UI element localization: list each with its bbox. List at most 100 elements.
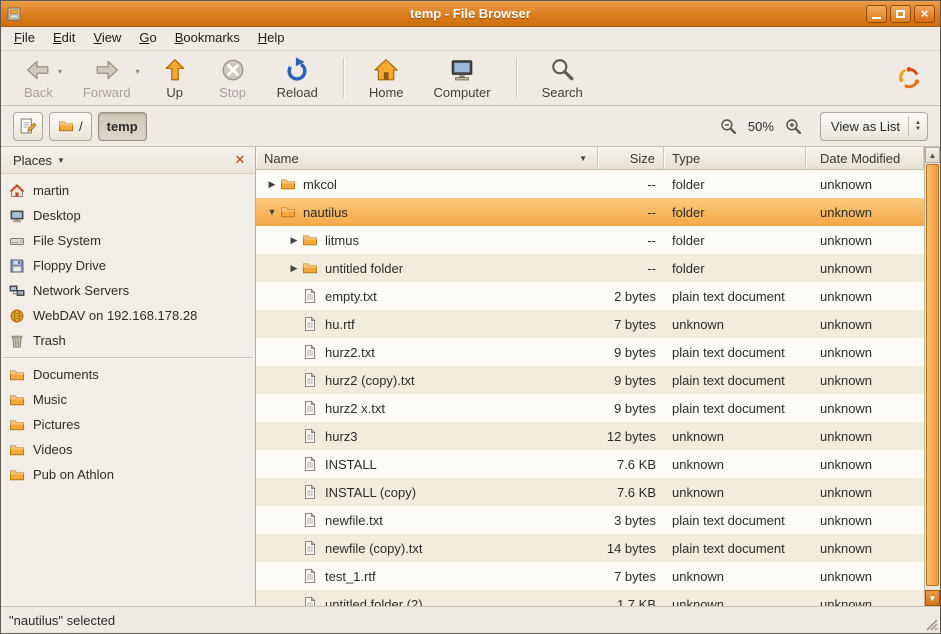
file-name: hurz3 [325, 429, 358, 444]
titlebar[interactable]: temp - File Browser × [1, 1, 940, 27]
view-mode-select[interactable]: View as List ▲▼ [820, 112, 928, 141]
expander-open-icon[interactable]: ▼ [264, 207, 280, 217]
file-date-modified: unknown [806, 590, 924, 606]
path-current-label: temp [107, 119, 138, 134]
close-button[interactable]: × [914, 5, 935, 23]
sidebar-item-documents[interactable]: Documents [1, 362, 255, 387]
sidebar-item-martin[interactable]: martin [1, 178, 255, 203]
table-row[interactable]: INSTALL7.6 KBunknownunknown [256, 450, 924, 478]
scroll-up-button[interactable]: ▲ [925, 147, 940, 163]
drive-icon [9, 233, 25, 249]
zoom-out-icon[interactable] [720, 118, 737, 135]
table-row[interactable]: ▶mkcol--folderunknown [256, 170, 924, 198]
path-button-root[interactable]: / [49, 112, 92, 141]
scrollbar-thumb[interactable] [926, 164, 939, 586]
sidebar-item-file-system[interactable]: File System [1, 228, 255, 253]
toolbar-forward-button: Forward [74, 54, 140, 103]
column-header-date-modified[interactable]: Date Modified [806, 147, 924, 169]
places-selector-button[interactable]: Places ▼ [7, 151, 71, 170]
places-sidebar: Places ▼ ✕ martinDesktopFile SystemFlopp… [1, 147, 256, 606]
file-name: test_1.rtf [325, 569, 376, 584]
folder-icon [9, 442, 25, 458]
toolbar-up-button[interactable]: Up [152, 54, 198, 103]
file-date-modified: unknown [806, 198, 924, 226]
toolbar-stop-label: Stop [219, 85, 246, 100]
file-name-cell: ▼nautilus [256, 198, 598, 226]
sidebar-item-floppy-drive[interactable]: Floppy Drive [1, 253, 255, 278]
sidebar-item-pictures[interactable]: Pictures [1, 412, 255, 437]
column-header-type[interactable]: Type [664, 147, 806, 169]
sidebar-item-webdav-on-192-168-178-28[interactable]: WebDAV on 192.168.178.28 [1, 303, 255, 328]
table-row[interactable]: hurz2 x.txt9 bytesplain text documentunk… [256, 394, 924, 422]
file-size: 7 bytes [598, 310, 664, 338]
sidebar-item-label: Videos [33, 442, 73, 457]
table-row[interactable]: untitled folder (2)1.7 KBunknownunknown [256, 590, 924, 606]
file-date-modified: unknown [806, 506, 924, 534]
menu-bookmarks[interactable]: Bookmarks [166, 27, 249, 50]
expander-closed-icon[interactable]: ▶ [286, 263, 302, 274]
sidebar-item-videos[interactable]: Videos [1, 437, 255, 462]
toolbar-reload-button[interactable]: Reload [268, 54, 327, 103]
file-size: -- [598, 254, 664, 282]
table-row[interactable]: hu.rtf7 bytesunknownunknown [256, 310, 924, 338]
menu-view[interactable]: View [84, 27, 130, 50]
sidebar-item-network-servers[interactable]: Network Servers [1, 278, 255, 303]
table-row[interactable]: INSTALL (copy)7.6 KBunknownunknown [256, 478, 924, 506]
file-date-modified: unknown [806, 562, 924, 590]
file-type: plain text document [664, 338, 806, 366]
table-row[interactable]: newfile (copy).txt14 bytesplain text doc… [256, 534, 924, 562]
zoom-in-icon[interactable] [785, 118, 802, 135]
file-name: hurz2 x.txt [325, 401, 385, 416]
vertical-scrollbar[interactable]: ▲ ▼ [924, 147, 940, 606]
toolbar-home-button[interactable]: Home [360, 54, 413, 103]
file-name-cell: newfile (copy).txt [256, 534, 598, 562]
expander-closed-icon[interactable]: ▶ [286, 235, 302, 246]
table-row[interactable]: hurz312 bytesunknownunknown [256, 422, 924, 450]
desktop-icon [9, 208, 25, 224]
file-date-modified: unknown [806, 366, 924, 394]
up-icon [162, 57, 188, 83]
column-header-label: Size [630, 151, 655, 166]
table-row[interactable]: newfile.txt3 bytesplain text documentunk… [256, 506, 924, 534]
table-row[interactable]: ▶untitled folder--folderunknown [256, 254, 924, 282]
file-type: unknown [664, 562, 806, 590]
places-header: Places ▼ ✕ [1, 147, 255, 174]
sidebar-item-music[interactable]: Music [1, 387, 255, 412]
toolbar-computer-button[interactable]: Computer [425, 54, 500, 103]
toolbar-search-button[interactable]: Search [533, 54, 592, 103]
maximize-button[interactable] [890, 5, 911, 23]
sidebar-item-desktop[interactable]: Desktop [1, 203, 255, 228]
edit-location-toggle[interactable] [13, 112, 43, 141]
menu-help[interactable]: Help [249, 27, 294, 50]
file-name: INSTALL (copy) [325, 485, 416, 500]
expander-closed-icon[interactable]: ▶ [264, 179, 280, 190]
file-size: 9 bytes [598, 338, 664, 366]
file-name: mkcol [303, 177, 337, 192]
sidebar-item-pub-on-athlon[interactable]: Pub on Athlon [1, 462, 255, 487]
file-size: 9 bytes [598, 366, 664, 394]
menu-go[interactable]: Go [130, 27, 165, 50]
column-header-size[interactable]: Size [598, 147, 664, 169]
menu-file[interactable]: File [5, 27, 44, 50]
chevron-down-icon: ▼ [57, 156, 65, 165]
table-row[interactable]: ▼nautilus--folderunknown [256, 198, 924, 226]
table-row[interactable]: ▶litmus--folderunknown [256, 226, 924, 254]
table-row[interactable]: test_1.rtf7 bytesunknownunknown [256, 562, 924, 590]
path-button-temp[interactable]: temp [98, 112, 147, 141]
file-name: empty.txt [325, 289, 377, 304]
file-type: folder [664, 198, 806, 226]
scroll-down-button[interactable]: ▼ [925, 590, 940, 606]
column-header-name[interactable]: Name▼ [256, 147, 598, 169]
menu-edit[interactable]: Edit [44, 27, 84, 50]
table-row[interactable]: hurz2 (copy).txt9 bytesplain text docume… [256, 366, 924, 394]
file-name-cell: empty.txt [256, 282, 598, 310]
sidebar-item-trash[interactable]: Trash [1, 328, 255, 353]
resize-grip-icon[interactable] [924, 617, 938, 631]
table-row[interactable]: empty.txt2 bytesplain text documentunkno… [256, 282, 924, 310]
toolbar-search-label: Search [542, 85, 583, 100]
minimize-button[interactable] [866, 5, 887, 23]
table-row[interactable]: hurz2.txt9 bytesplain text documentunkno… [256, 338, 924, 366]
close-places-button[interactable]: ✕ [231, 151, 249, 169]
file-date-modified: unknown [806, 534, 924, 562]
places-title: Places [13, 153, 52, 168]
